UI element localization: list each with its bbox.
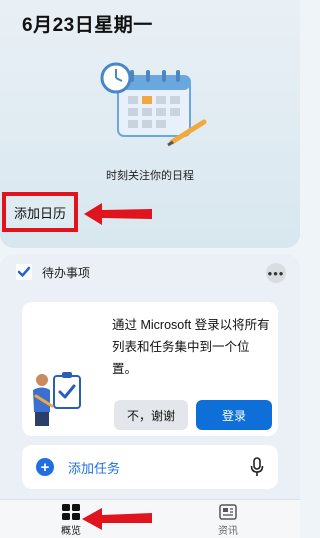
person-checklist-icon bbox=[33, 372, 81, 426]
annotation-arrow-icon bbox=[82, 508, 152, 530]
more-options-button[interactable]: ••• bbox=[266, 263, 286, 283]
tab-news[interactable]: 资讯 bbox=[198, 502, 258, 537]
tab-news-label: 资讯 bbox=[218, 526, 238, 537]
todo-card: 待办事项 ••• 通过 Microsoft 登录以将所有列表和任务集中到一个位置… bbox=[0, 254, 300, 499]
login-button[interactable]: 登录 bbox=[196, 400, 272, 430]
todo-logo-icon bbox=[16, 264, 32, 280]
add-task-bar[interactable]: + 添加任务 bbox=[22, 445, 278, 489]
microphone-icon[interactable] bbox=[250, 457, 264, 477]
plus-icon: + bbox=[36, 458, 54, 476]
signin-message: 通过 Microsoft 登录以将所有列表和任务集中到一个位置。 bbox=[112, 318, 270, 376]
news-icon bbox=[219, 504, 237, 520]
no-thanks-button[interactable]: 不，谢谢 bbox=[114, 400, 188, 430]
todo-title: 待办事项 bbox=[42, 265, 91, 280]
add-task-label: 添加任务 bbox=[68, 460, 121, 476]
calendar-illustration-icon bbox=[100, 62, 207, 147]
signin-panel: 通过 Microsoft 登录以将所有列表和任务集中到一个位置。 不，谢谢 登录 bbox=[22, 302, 278, 436]
todo-header: 待办事项 bbox=[16, 262, 90, 282]
add-calendar-button[interactable]: 添加日历 bbox=[2, 192, 78, 232]
annotation-arrow-icon bbox=[84, 203, 152, 225]
calendar-subtitle: 时刻关注你的日程 bbox=[106, 170, 194, 182]
grid-icon bbox=[62, 504, 80, 520]
date-title: 6月23日星期一 bbox=[22, 15, 153, 36]
